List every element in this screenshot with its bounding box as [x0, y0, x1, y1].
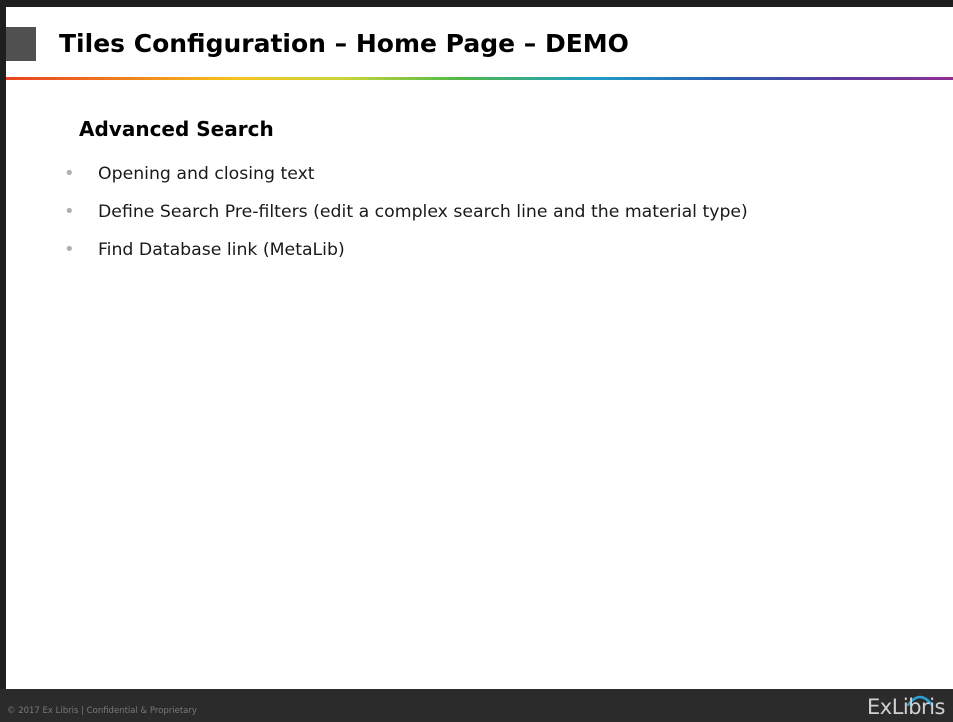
slide-footer: © 2017 Ex Libris | Confidential & Propri… — [0, 689, 953, 722]
logo-text: ExLibris — [867, 695, 945, 719]
bullet-text: Opening and closing text — [98, 164, 315, 184]
bullet-text: Define Search Pre-filters (edit a comple… — [98, 202, 748, 222]
list-item: • Define Search Pre-filters (edit a comp… — [62, 198, 748, 236]
list-item: • Opening and closing text — [62, 160, 748, 198]
slide-title: Tiles Configuration – Home Page – DEMO — [59, 29, 629, 58]
bullet-icon: • — [64, 201, 75, 222]
bullet-text: Find Database link (MetaLib) — [98, 240, 345, 260]
slide-frame-left — [0, 0, 6, 689]
title-gradient-rule — [6, 77, 953, 80]
title-marker-block — [6, 27, 36, 61]
exlibris-logo-icon: ExLibris — [867, 689, 953, 722]
footer-copyright: © 2017 Ex Libris | Confidential & Propri… — [7, 706, 197, 716]
list-item: • Find Database link (MetaLib) — [62, 236, 748, 274]
bullet-icon: • — [64, 239, 75, 260]
bullet-icon: • — [64, 163, 75, 184]
section-heading: Advanced Search — [79, 117, 274, 141]
slide-frame-top — [0, 0, 953, 7]
bullet-list: • Opening and closing text • Define Sear… — [62, 160, 748, 274]
